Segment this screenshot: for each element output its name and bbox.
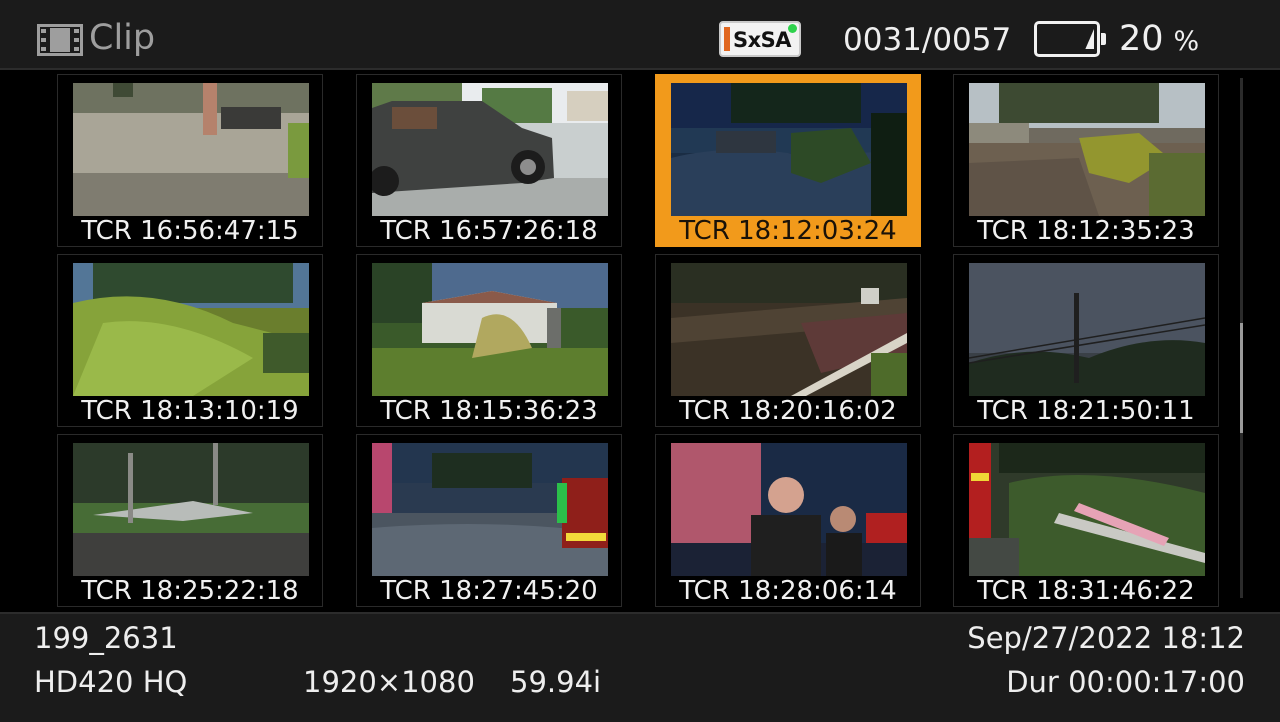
media-slot-label: SxSA [733,28,792,52]
timecode-label: TCR 18:31:46:22 [977,576,1195,606]
clip-thumbnail-image [372,263,608,396]
media-badge-stripe [724,27,730,51]
timecode-label: TCR 18:13:10:19 [81,396,299,426]
frame-rate: 59.94i [510,665,602,699]
clip-thumbnail[interactable]: TCR 18:15:36:23 [356,254,622,427]
clip-thumbnail[interactable]: TCR 18:12:35:23 [953,74,1219,247]
clip-thumbnail[interactable]: TCR 18:25:22:18 [57,434,323,607]
clip-thumbnail[interactable]: TCR 18:21:50:11 [953,254,1219,427]
clip-thumbnail-grid: TCR 16:56:47:15 TCR 16:57:26:18 TCR 18:1… [0,70,1280,612]
grid-scrollbar[interactable] [1240,78,1243,598]
resolution: 1920×1080 [303,665,475,699]
timecode-label: TCR 16:57:26:18 [380,216,598,246]
clip-thumbnail-image [73,443,309,576]
timecode-label: TCR 18:25:22:18 [81,576,299,606]
clip-thumbnail-image [372,443,608,576]
recording-format: HD420 HQ [34,665,188,699]
battery-level-fill [1085,29,1094,49]
timecode-label: TCR 18:12:35:23 [977,216,1195,246]
battery-cap [1101,33,1106,45]
clip-counter: 0031/0057 [843,22,1012,58]
clip-duration: Dur 00:00:17:00 [1006,665,1245,699]
record-datetime: Sep/27/2022 18:12 [967,621,1245,655]
timecode-label: TCR 16:56:47:15 [81,216,299,246]
timecode-label: TCR 18:20:16:02 [679,396,897,426]
clip-thumbnail-image [73,83,309,216]
clip-thumbnail-image [969,83,1205,216]
clip-name: 199_2631 [34,621,178,655]
timecode-label: TCR 18:12:03:24 [679,216,897,246]
screen-title: Clip [89,18,156,58]
battery-percentage: 20% [1119,18,1199,63]
clip-thumbnail-image [671,83,907,216]
clip-thumbnail[interactable]: TCR 18:28:06:14 [655,434,921,607]
clip-thumbnail[interactable]: TCR 16:56:47:15 [57,74,323,247]
clip-thumbnail-image [671,263,907,396]
clip-thumbnail-image [671,443,907,576]
clip-thumbnail[interactable]: TCR 18:27:45:20 [356,434,622,607]
media-slot-badge: SxSA [719,21,801,57]
top-status-bar: Clip SxSA 0031/0057 20% [0,0,1280,70]
clip-thumbnail[interactable]: TCR 18:20:16:02 [655,254,921,427]
clip-thumbnail-selected[interactable]: TCR 18:12:03:24 [655,74,921,247]
clip-thumbnail[interactable]: TCR 16:57:26:18 [356,74,622,247]
timecode-label: TCR 18:28:06:14 [679,576,897,606]
clip-thumbnail-image [73,263,309,396]
clip-thumbnail-image [969,263,1205,396]
clip-thumbnail[interactable]: TCR 18:31:46:22 [953,434,1219,607]
timecode-label: TCR 18:15:36:23 [380,396,598,426]
clip-info-bar: 199_2631 HD420 HQ 1920×1080 59.94i Sep/2… [0,612,1280,722]
clip-thumbnail-image [372,83,608,216]
timecode-label: TCR 18:21:50:11 [977,396,1195,426]
film-clip-icon [37,24,83,56]
clip-thumbnail-image [969,443,1205,576]
timecode-label: TCR 18:27:45:20 [380,576,598,606]
clip-thumbnail[interactable]: TCR 18:13:10:19 [57,254,323,427]
media-active-indicator [788,24,797,33]
scrollbar-thumb[interactable] [1240,323,1243,433]
battery-percent-unit: % [1173,26,1200,57]
battery-icon [1034,21,1106,57]
battery-percent-value: 20 [1119,19,1164,59]
